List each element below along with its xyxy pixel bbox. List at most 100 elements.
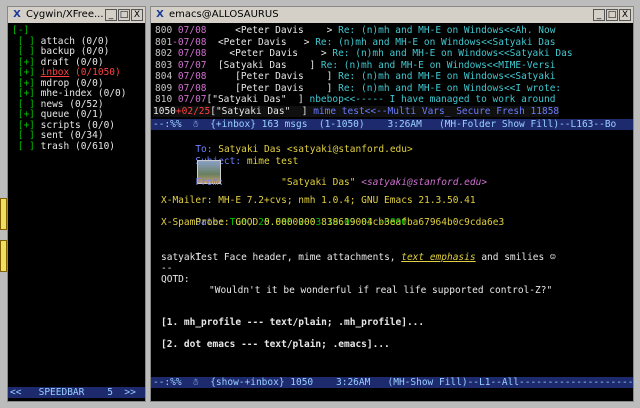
- message-row[interactable]: 810 07/07["Satyaki Das" ] nbebop<<----- …: [155, 94, 555, 105]
- folder-item[interactable]: [-]: [12, 25, 41, 36]
- message-row[interactable]: 1050+02/25["Satyaki Das" ] mime test<<--…: [153, 105, 560, 117]
- folder-expander[interactable]: [+]: [12, 67, 35, 78]
- attachment-2-button[interactable]: [2. dot emacs --- text/plain; .emacs]...: [161, 339, 390, 350]
- message-date: 07/08: [177, 25, 207, 36]
- folder-item[interactable]: [+] scripts (0/0): [12, 120, 115, 131]
- message-row[interactable]: 809 07/08 [Peter Davis ] Re: (n)mh and M…: [155, 83, 561, 94]
- folder-item[interactable]: [+] mdrop (0/0): [12, 78, 104, 89]
- message-from: ["Satyaki Das" ]: [210, 105, 308, 117]
- signature-separator: --: [161, 263, 173, 274]
- folder-item[interactable]: [+] mhe-index (0/0): [12, 88, 127, 99]
- message-date: 07/07: [177, 94, 207, 105]
- folder-name[interactable]: backup: [41, 46, 75, 57]
- attachment-1-button[interactable]: [1. mh_profile --- text/plain; .mh_profi…: [161, 317, 424, 328]
- qotd-text: "Wouldn't it be wonderful if real life s…: [209, 285, 553, 296]
- message-row[interactable]: 804 07/08 [Peter Davis ] Re: (n)mh and M…: [155, 71, 555, 82]
- speedbar-modeline: << SPEEDBAR 5 >>: [8, 387, 145, 398]
- minimize-button[interactable]: _: [105, 9, 117, 21]
- folder-expander[interactable]: [+]: [12, 57, 35, 68]
- folder-count: (0/52): [69, 98, 104, 110]
- folder-count: (0/0): [80, 46, 110, 57]
- message-number: 1050: [153, 105, 176, 117]
- message-number: 803: [155, 59, 173, 71]
- folder-name[interactable]: scripts: [41, 120, 81, 131]
- qotd-label: QOTD:: [161, 274, 190, 285]
- message-date: 07/08: [177, 82, 207, 94]
- folder-expander[interactable]: [ ]: [12, 99, 35, 110]
- message-from: <Peter Davis >: [206, 36, 310, 48]
- folder-expander[interactable]: [-]: [12, 25, 29, 36]
- folder-expander[interactable]: [+]: [12, 78, 35, 89]
- folder-item[interactable]: [+] inbox (0/1050): [12, 67, 121, 78]
- folder-expander[interactable]: [+]: [12, 120, 35, 131]
- folder-name[interactable]: mhe-index: [41, 88, 92, 99]
- emacs-titlebar[interactable]: X emacs@ALLOSAURUS _ □ X: [151, 7, 633, 23]
- folder-count: (0/0): [97, 88, 127, 99]
- message-from: [Peter Davis ]: [206, 82, 333, 94]
- folder-count: (0/0): [80, 35, 110, 47]
- folder-item[interactable]: [ ] trash (0/610): [12, 141, 115, 152]
- emacs-window: X emacs@ALLOSAURUS _ □ X 800 07/08 <Pete…: [150, 6, 640, 402]
- spamprobe-header: X-SpamProbe: GOOD 0.0000000 838619004cb3…: [161, 217, 505, 228]
- message-number: 804: [155, 71, 173, 82]
- message-subject: Re: (n)mh and MH-E on Windows<<Satyaki D…: [332, 48, 573, 59]
- message-subject: nbebop<<----- I have managed to work aro…: [309, 94, 556, 105]
- body-line1-post: and smilies ☺: [475, 252, 556, 263]
- folder-item[interactable]: [ ] attach (0/0): [12, 35, 110, 47]
- folder-name[interactable]: draft: [41, 57, 70, 68]
- message-row[interactable]: 802 07/08 <Peter Davis > Re: (n)mh and M…: [155, 48, 573, 59]
- folder-expander[interactable]: [ ]: [12, 130, 35, 141]
- message-number: 800: [155, 25, 173, 36]
- speedbar-titlebar[interactable]: X Cygwin/XFree... _ □ X: [8, 7, 145, 23]
- folder-expander[interactable]: [ ]: [12, 36, 35, 47]
- show-modeline: --:%% ☃ {show-+inbox} 1050 3:26AM (MH-Sh…: [151, 377, 640, 388]
- folder-expander[interactable]: [+]: [12, 88, 35, 99]
- folder-expander[interactable]: [ ]: [12, 141, 35, 152]
- from-email: <satyaki@stanford.edu>: [361, 177, 488, 188]
- signature-name: satyaki: [161, 252, 202, 263]
- message-from: <Peter Davis >: [206, 25, 333, 36]
- x-logo-icon: X: [13, 9, 21, 20]
- message-subject: Re: (n)mh and MH-E on Windows<<Satyaki: [338, 71, 556, 82]
- folder-expander[interactable]: [ ]: [12, 46, 35, 57]
- message-subject: Re: (n)mh and MH-E on Windows<<Ah. Now: [338, 25, 556, 36]
- folder-item[interactable]: [ ] sent (0/34): [12, 130, 104, 141]
- message-subject: Re: (n)mh and MH-E on Windows<<MIME-Vers…: [320, 59, 556, 71]
- close-button[interactable]: X: [619, 9, 631, 21]
- desktop-icon[interactable]: [0, 240, 7, 272]
- message-number: 810: [155, 94, 173, 105]
- message-from: [Peter Davis ]: [206, 71, 333, 82]
- folder-item[interactable]: [+] queue (0/1): [12, 109, 104, 120]
- folder-name[interactable]: mdrop: [41, 78, 70, 89]
- folder-item[interactable]: [ ] news (0/52): [12, 99, 104, 110]
- body-line1-pre: Test Face header, mime attachments,: [195, 252, 402, 263]
- body-emphasis: text emphasis: [401, 252, 476, 263]
- folder-name[interactable]: news: [41, 99, 64, 110]
- folder-name[interactable]: trash: [41, 141, 70, 152]
- maximize-button[interactable]: □: [118, 9, 130, 21]
- message-date: 07/08: [177, 36, 207, 48]
- message-row[interactable]: 801-07/08 <Peter Davis > Re: (n)mh and M…: [155, 37, 555, 48]
- folder-name[interactable]: inbox: [41, 67, 70, 78]
- from-name: "Satyaki Das": [281, 177, 356, 188]
- message-subject: mime test<<--Multi Vars_ Secure Fresh 11…: [313, 105, 560, 117]
- folder-item[interactable]: [ ] backup (0/0): [12, 46, 110, 57]
- folder-item[interactable]: [+] draft (0/0): [12, 57, 104, 68]
- folder-name[interactable]: queue: [41, 109, 70, 120]
- desktop-icon[interactable]: [0, 198, 7, 230]
- folder-expander[interactable]: [+]: [12, 109, 35, 120]
- message-from: <Peter Davis >: [206, 48, 327, 59]
- message-row[interactable]: 803 07/07 [Satyaki Das ] Re: (n)mh and M…: [155, 60, 555, 71]
- folder-count: (0/0): [86, 119, 116, 131]
- folder-name[interactable]: attach: [41, 36, 75, 47]
- message-number: 809: [155, 82, 173, 94]
- message-number: 801: [155, 36, 173, 48]
- minimize-button[interactable]: _: [593, 9, 605, 21]
- message-row[interactable]: 800 07/08 <Peter Davis > Re: (n)mh and M…: [155, 25, 555, 36]
- maximize-button[interactable]: □: [606, 9, 618, 21]
- window-title: emacs@ALLOSAURUS: [169, 9, 279, 20]
- message-number: 802: [155, 48, 173, 59]
- folder-name[interactable]: sent: [41, 130, 64, 141]
- close-button[interactable]: X: [131, 9, 143, 21]
- folder-count: (0/610): [74, 140, 116, 152]
